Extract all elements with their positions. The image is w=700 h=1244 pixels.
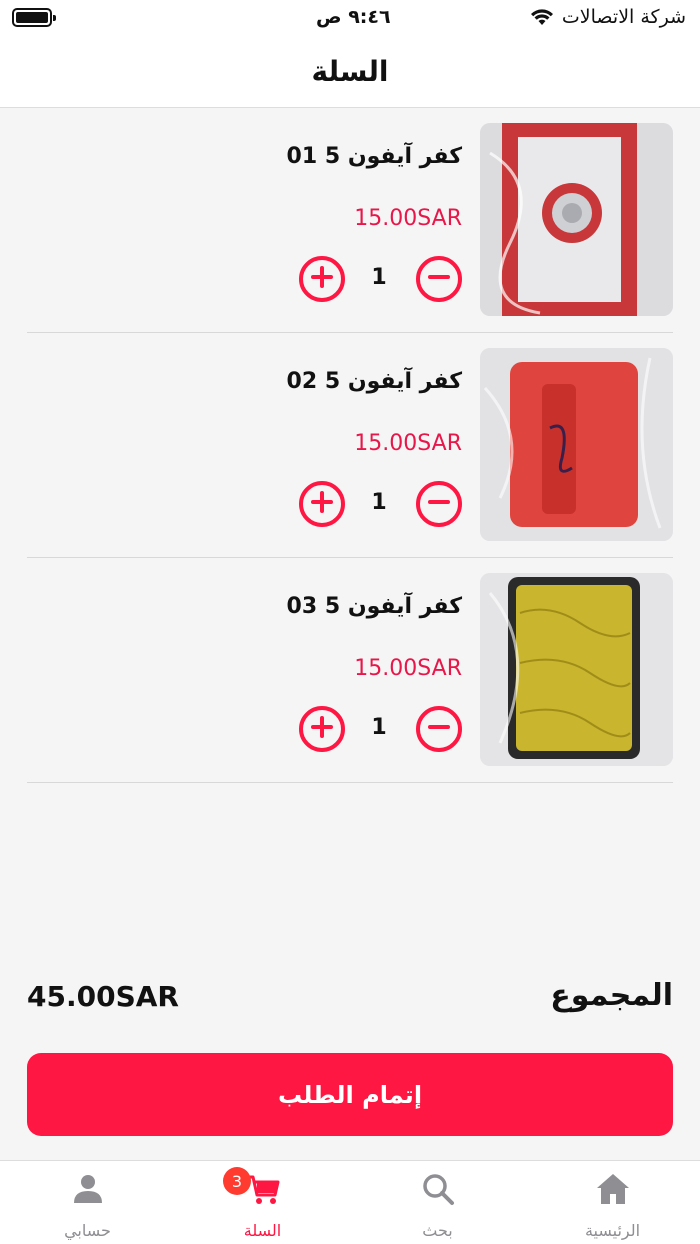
battery-icon <box>12 8 56 27</box>
decrease-quantity-button[interactable] <box>416 481 462 527</box>
decrease-quantity-button[interactable] <box>416 706 462 752</box>
total-value: 45.00SAR <box>27 980 179 1013</box>
tab-cart[interactable]: 3 السلة <box>175 1161 350 1244</box>
checkout-button[interactable]: إتمام الطلب <box>27 1053 673 1136</box>
product-image[interactable] <box>480 573 673 766</box>
home-icon <box>597 1174 629 1204</box>
tab-home[interactable]: الرئيسية <box>525 1161 700 1244</box>
status-bar: ٩:٤٦ ص شركة الاتصالات <box>0 0 700 36</box>
item-name: كفر آيفون 5 02 <box>286 369 462 394</box>
cart-item: كفر آيفون 5 02 15.00SAR 1 <box>27 333 673 558</box>
item-price: 15.00SAR <box>354 206 462 231</box>
tab-account[interactable]: حسابي <box>0 1161 175 1244</box>
user-icon <box>74 1175 102 1203</box>
tab-label: بحث <box>422 1221 453 1240</box>
page-title: السلة <box>311 55 389 88</box>
item-name: كفر آيفون 5 03 <box>286 594 462 619</box>
item-name: كفر آيفون 5 01 <box>286 144 462 169</box>
increase-quantity-button[interactable] <box>299 706 345 752</box>
total-label: المجموع <box>550 978 673 1013</box>
decrease-quantity-button[interactable] <box>416 256 462 302</box>
quantity-value: 1 <box>371 490 387 515</box>
item-price: 15.00SAR <box>354 656 462 681</box>
item-price: 15.00SAR <box>354 431 462 456</box>
checkout-button-label: إتمام الطلب <box>277 1080 423 1109</box>
cart-item: كفر آيفون 5 01 15.00SAR 1 <box>27 108 673 333</box>
cart-count-badge: 3 <box>223 1167 251 1195</box>
quantity-value: 1 <box>371 715 387 740</box>
total-row: 45.00SAR المجموع <box>27 978 673 1018</box>
carrier-name: شركة الاتصالات <box>561 6 686 28</box>
tab-label: الرئيسية <box>584 1221 641 1240</box>
wifi-icon <box>530 9 553 25</box>
tab-search[interactable]: بحث <box>350 1161 525 1244</box>
tab-label: السلة <box>243 1221 282 1240</box>
increase-quantity-button[interactable] <box>299 256 345 302</box>
tab-bar: حسابي 3 السلة بحث الرئيسية <box>0 1160 700 1244</box>
quantity-value: 1 <box>371 265 387 290</box>
search-icon <box>423 1174 454 1205</box>
increase-quantity-button[interactable] <box>299 481 345 527</box>
status-time: ٩:٤٦ ص <box>316 6 391 28</box>
cart-item: كفر آيفون 5 03 15.00SAR 1 <box>27 558 673 783</box>
nav-bar: السلة <box>0 36 700 108</box>
product-image[interactable] <box>480 123 673 316</box>
tab-label: حسابي <box>64 1221 111 1240</box>
product-image[interactable] <box>480 348 673 541</box>
carrier: شركة الاتصالات <box>530 6 686 28</box>
